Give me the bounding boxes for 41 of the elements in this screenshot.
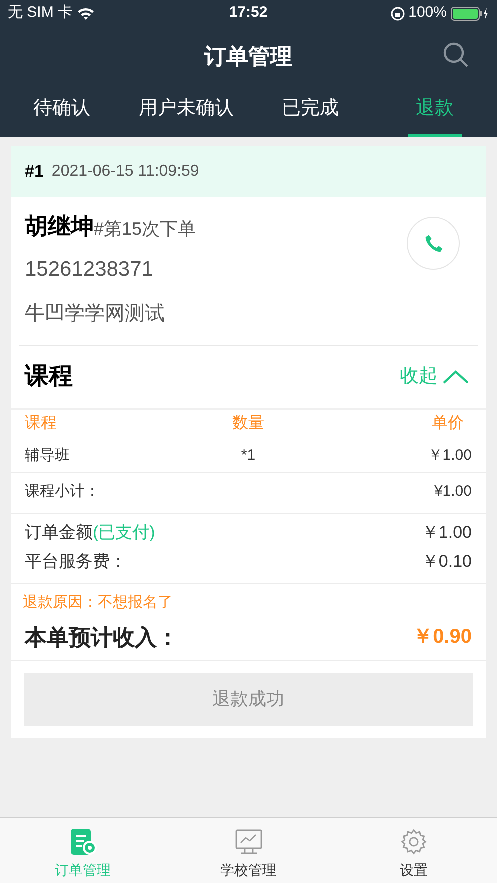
subtotal-label: 课程小计： [25, 482, 100, 502]
tab[interactable]: 用户未确认 [124, 85, 248, 137]
order-number: #1 [25, 160, 44, 183]
column-header: 课程 [25, 414, 58, 434]
document-gear-icon [68, 828, 97, 856]
nav-tab[interactable]: 设置 [331, 818, 497, 883]
fee-value: ￥0.10 [422, 551, 472, 574]
section-title: 课程 [25, 362, 73, 392]
clock-time: 17:52 [229, 3, 268, 24]
table-cell-text: *1 [240, 446, 257, 466]
page-title: 订单管理 [204, 42, 292, 70]
table-cell-text: 辅导班 [25, 446, 71, 466]
income-label: 本单预计收入： [25, 624, 179, 652]
fee-label: 平台服务费： [25, 551, 127, 574]
column-header: 单价 [431, 414, 465, 434]
nav-tab[interactable]: 学校管理 [166, 818, 332, 883]
subtotal-value: ¥1.00 [434, 482, 472, 502]
tab[interactable]: 已完成 [248, 85, 373, 137]
settings-icon [400, 828, 428, 856]
tab[interactable]: 待确认 [0, 85, 124, 137]
monitor-chart-icon [234, 828, 262, 856]
amount-label: 订单金额 [25, 522, 93, 544]
phone-number: 15261238371 [25, 256, 154, 282]
wifi-icon [77, 7, 96, 20]
paid-status: (已支付) [93, 522, 156, 544]
battery-charging-icon [451, 6, 489, 20]
battery-percent: 100% [408, 3, 447, 24]
order-datetime: 2021-06-15 11:09:59 [52, 162, 200, 182]
table-cell-text: ￥1.00 [426, 446, 472, 466]
column-header: 数量 [232, 414, 266, 434]
amount-value: ￥1.00 [422, 522, 472, 544]
order-count: #第15次下单 [94, 218, 196, 240]
school-name: 牛凹学学网测试 [25, 302, 166, 327]
income-value: ￥0.90 [413, 625, 472, 650]
search-icon[interactable] [442, 41, 470, 69]
rotation-lock-icon [390, 6, 405, 20]
carrier-label: 无 SIM 卡 [8, 3, 74, 24]
tab[interactable]: 退款 [372, 85, 497, 137]
refund-reason: 退款原因：不想报名了 [22, 592, 174, 612]
customer-name: 胡继坤 [25, 212, 94, 241]
chevron-up-icon [442, 369, 470, 385]
